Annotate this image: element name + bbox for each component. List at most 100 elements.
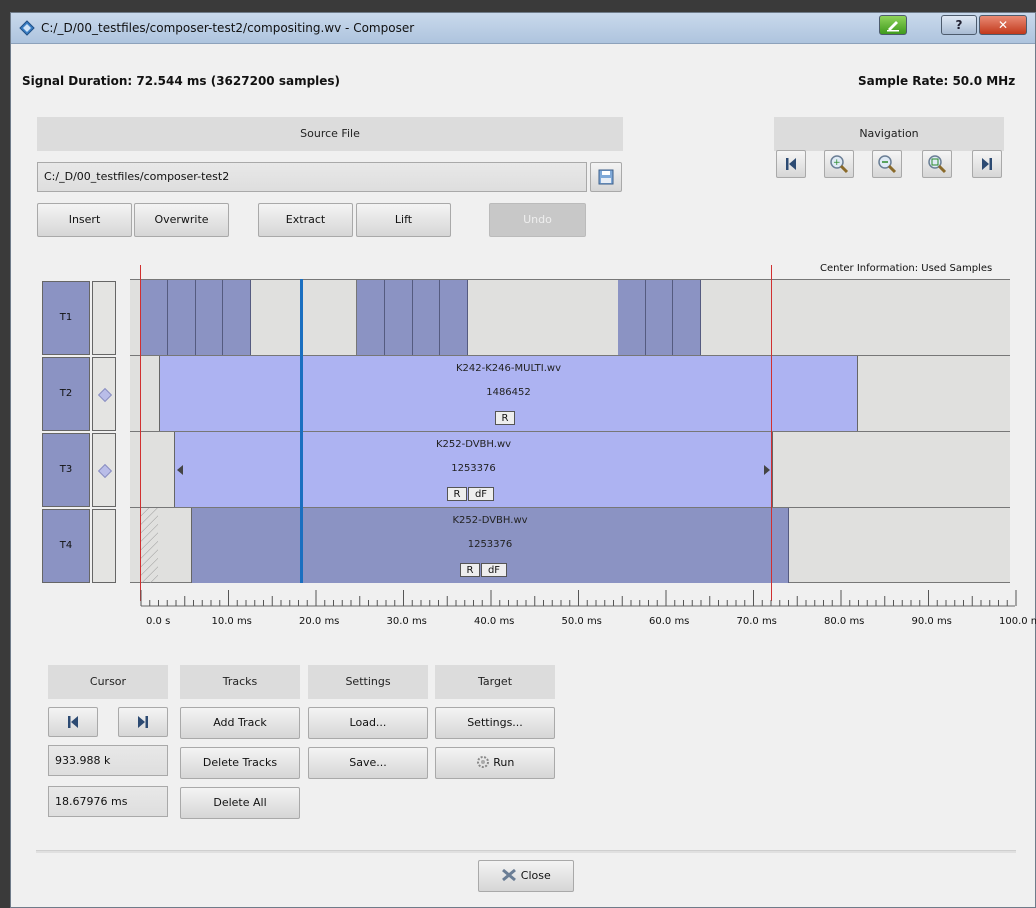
zoom-in-button[interactable]: + <box>824 150 854 178</box>
title-bar: C:/_D/00_testfiles/composer-test2/compos… <box>11 13 1035 44</box>
delete-tracks-button[interactable]: Delete Tracks <box>180 747 300 779</box>
run-button[interactable]: Run <box>435 747 555 779</box>
track-side-t3[interactable] <box>92 433 116 507</box>
footer-divider <box>36 850 1016 853</box>
settings-header: Settings <box>308 665 428 699</box>
clip-samples: 1253376 <box>451 463 496 474</box>
trim-left-icon[interactable] <box>177 465 183 475</box>
lift-button[interactable]: Lift <box>356 203 451 237</box>
track-side-t2[interactable] <box>92 357 116 431</box>
undo-button[interactable]: Undo <box>489 203 586 237</box>
end-marker-line[interactable] <box>771 265 772 601</box>
zoom-fit-button[interactable] <box>922 150 952 178</box>
clip-segment[interactable] <box>646 280 673 355</box>
signal-duration: Signal Duration: 72.544 ms (3627200 samp… <box>22 74 341 88</box>
clip-segment[interactable] <box>357 280 385 355</box>
track-lane-t1[interactable] <box>130 279 1010 355</box>
clip-tag-r[interactable]: R <box>495 411 515 425</box>
minimize-button[interactable] <box>879 15 907 35</box>
cursor-prev-button[interactable] <box>48 707 98 737</box>
track-header-t4[interactable]: T4 <box>42 509 90 583</box>
tick-label: 10.0 ms <box>211 616 252 627</box>
clip-segment[interactable] <box>140 280 168 355</box>
clip-k252-t4[interactable]: K252-DVBH.wv 1253376 R dF <box>191 508 789 583</box>
tick-label: 70.0 ms <box>736 616 777 627</box>
close-button[interactable]: Close <box>478 860 574 892</box>
close-window-button[interactable]: ✕ <box>979 15 1027 35</box>
tick-label: 80.0 ms <box>824 616 865 627</box>
sample-rate: Sample Rate: 50.0 MHz <box>858 74 1016 88</box>
track-header-t2[interactable]: T2 <box>42 357 90 431</box>
clip-segment[interactable] <box>440 280 468 355</box>
clip-tag-df[interactable]: dF <box>481 563 507 577</box>
clip-tag-r[interactable]: R <box>447 487 467 501</box>
source-path-field[interactable]: C:/_D/00_testfiles/composer-test2 <box>37 162 587 192</box>
add-track-button[interactable]: Add Track <box>180 707 300 739</box>
timeline[interactable]: K242-K246-MULTI.wv 1486452 R K252-DVBH.w… <box>130 265 1010 601</box>
clip-k252-t3[interactable]: K252-DVBH.wv 1253376 R dF <box>174 432 773 507</box>
close-icon <box>502 868 517 882</box>
tick-label: 60.0 ms <box>649 616 690 627</box>
source-file-header: Source File <box>37 117 623 151</box>
close-label: Close <box>520 869 551 882</box>
cursor-header: Cursor <box>48 665 168 699</box>
load-button[interactable]: Load... <box>308 707 428 739</box>
clip-name: K252-DVBH.wv <box>435 439 512 450</box>
clip-segment[interactable] <box>385 280 413 355</box>
diamond-icon <box>97 463 113 479</box>
track-lane-t3[interactable]: K252-DVBH.wv 1253376 R dF <box>130 431 1010 507</box>
nav-last-button[interactable] <box>972 150 1002 178</box>
tick-label: 20.0 ms <box>299 616 340 627</box>
svg-text:+: + <box>833 158 841 168</box>
nav-first-button[interactable] <box>776 150 806 178</box>
zoom-in-icon: + <box>830 155 849 174</box>
clip-name: K252-DVBH.wv <box>452 515 528 526</box>
run-label: Run <box>493 756 515 769</box>
zoom-out-button[interactable] <box>872 150 902 178</box>
clip-k242[interactable]: K242-K246-MULTI.wv 1486452 R <box>159 356 858 431</box>
clip-tag-df[interactable]: dF <box>468 487 494 501</box>
trim-right-icon[interactable] <box>764 465 770 475</box>
track-lane-t2[interactable]: K242-K246-MULTI.wv 1486452 R <box>130 355 1010 431</box>
clip-segment[interactable] <box>196 280 223 355</box>
clip-segment[interactable] <box>168 280 196 355</box>
clip-samples: 1486452 <box>486 387 531 398</box>
overwrite-button[interactable]: Overwrite <box>134 203 229 237</box>
track-header-t1[interactable]: T1 <box>42 281 90 355</box>
clip-tag-r[interactable]: R <box>460 563 480 577</box>
clip-name: K242-K246-MULTI.wv <box>456 363 561 374</box>
extract-button[interactable]: Extract <box>258 203 353 237</box>
track-side-t4[interactable] <box>92 509 116 583</box>
cursor-next-button[interactable] <box>118 707 168 737</box>
diamond-icon <box>97 387 113 403</box>
insert-button[interactable]: Insert <box>37 203 132 237</box>
save-button[interactable]: Save... <box>308 747 428 779</box>
track-side-t1[interactable] <box>92 281 116 355</box>
gap-segment[interactable] <box>301 280 357 355</box>
track-header-t3[interactable]: T3 <box>42 433 90 507</box>
clip-segment[interactable] <box>223 280 251 355</box>
clip-segment[interactable] <box>618 280 646 355</box>
target-settings-button[interactable]: Settings... <box>435 707 555 739</box>
cursor-line[interactable] <box>300 279 303 583</box>
clip-segment[interactable] <box>673 280 701 355</box>
start-marker-line[interactable] <box>140 265 141 601</box>
skip-start-icon <box>786 158 796 170</box>
skip-end-icon <box>138 716 148 728</box>
time-ruler[interactable] <box>130 588 1020 608</box>
skip-end-icon <box>982 158 992 170</box>
track-lane-t4[interactable]: K252-DVBH.wv 1253376 R dF <box>130 507 1010 583</box>
edit-icon <box>887 21 899 32</box>
delete-all-button[interactable]: Delete All <box>180 787 300 819</box>
floppy-icon <box>598 169 614 185</box>
tracks-header: Tracks <box>180 665 300 699</box>
cursor-samples-field[interactable]: 933.988 k <box>48 745 168 776</box>
cursor-time-field[interactable]: 18.67976 ms <box>48 786 168 817</box>
app-icon <box>19 20 35 36</box>
skip-start-icon <box>68 716 78 728</box>
help-button[interactable]: ? <box>941 15 977 35</box>
hatched-region <box>140 508 158 583</box>
navigation-header: Navigation <box>774 117 1004 151</box>
clip-segment[interactable] <box>413 280 440 355</box>
save-path-button[interactable] <box>590 162 622 192</box>
